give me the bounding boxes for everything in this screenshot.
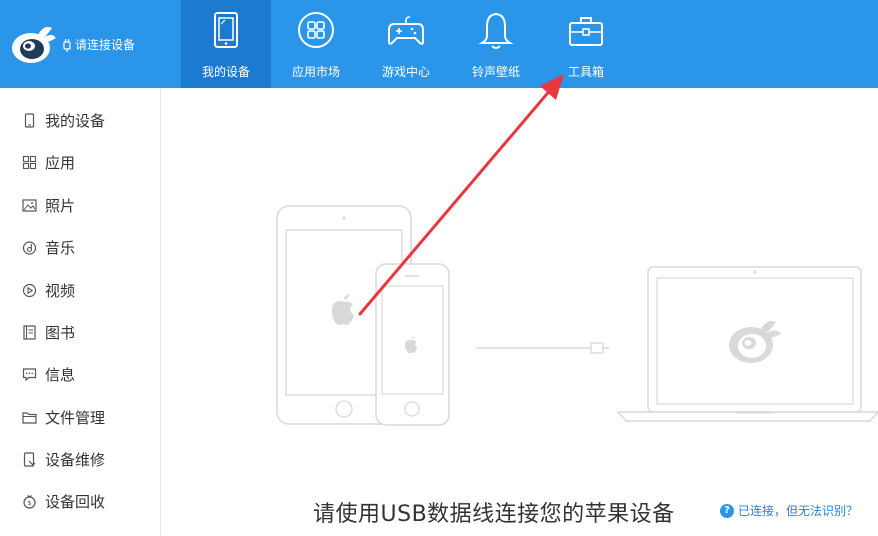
apps-icon [22,155,37,169]
folder-icon [22,411,37,424]
tab-ringtones-wallpapers-label: 铃声壁纸 [471,65,520,79]
help-link-label: 已连接，但无法识别？ [738,504,859,518]
connect-device-illustration [276,205,878,426]
sidebar-item-messages[interactable]: 信息 [22,362,75,386]
top-navigation-bar: 请连接设备 我的设备 应用市场 游戏中心 铃声壁纸 工具箱 [0,0,878,88]
tab-ringtones-wallpapers[interactable]: 铃声壁纸 [451,0,541,88]
sidebar-item-label: 图书 [45,323,76,342]
tablet-icon [214,12,238,48]
device-icon [24,112,35,128]
sidebar-item-label: 视频 [45,281,76,300]
sidebar-item-photos[interactable]: 照片 [22,193,75,217]
sidebar-item-music[interactable]: 音乐 [22,235,75,259]
sidebar-item-books[interactable]: 图书 [22,320,75,344]
sidebar-item-label: 设备维修 [45,450,106,469]
tab-app-market-label: 应用市场 [291,65,340,79]
photo-icon [22,198,37,212]
sidebar-item-apps[interactable]: 应用 [22,150,75,174]
tab-my-device-label: 我的设备 [201,65,250,79]
usb-cable-illustration [476,342,609,354]
app-logo-icon [12,26,56,63]
sidebar-item-label: 文件管理 [45,408,106,427]
sidebar-item-device-repair[interactable]: 设备维修 [22,447,105,471]
connect-status: 请连接设备 [62,36,135,53]
svg-text:$: $ [27,499,31,507]
gamepad-icon [388,16,424,45]
sidebar-item-label: 信息 [45,365,76,384]
book-icon [23,324,36,340]
video-icon [22,283,37,297]
sidebar-item-video[interactable]: 视频 [22,278,75,302]
sidebar-item-label: 我的设备 [45,111,106,130]
tab-toolbox[interactable]: 工具箱 [541,0,631,88]
connect-prompt-text: 请使用USB数据线连接您的苹果设备 [313,502,675,527]
tab-app-market[interactable]: 应用市场 [271,0,361,88]
tab-game-center-label: 游戏中心 [381,65,430,79]
toolbox-icon [569,17,603,46]
tab-game-center[interactable]: 游戏中心 [361,0,451,88]
bell-icon [478,12,514,49]
sidebar-item-label: 照片 [45,196,76,215]
logo-area: 请连接设备 [0,0,180,88]
connected-not-recognized-link[interactable]: ? 已连接，但无法识别？ [720,502,858,519]
connect-status-label: 请连接设备 [75,38,136,52]
main-content: 请使用USB数据线连接您的苹果设备 ? 已连接，但无法识别？ [161,88,878,536]
sidebar-item-file-manager[interactable]: 文件管理 [22,405,105,429]
sidebar-item-device-recycle[interactable]: $ 设备回收 [22,489,105,513]
tab-my-device[interactable]: 我的设备 [181,0,271,88]
music-icon [22,240,37,255]
sidebar-item-my-device[interactable]: 我的设备 [22,108,105,132]
message-icon [22,367,37,381]
sidebar-item-label: 应用 [45,153,76,172]
sidebar: 我的设备 应用 照片 音乐 视频 图书 信息 文件管理 设备维修 $ 设备回收 [0,88,161,536]
repair-icon [23,451,36,467]
app-window: 请连接设备 我的设备 应用市场 游戏中心 铃声壁纸 工具箱 我的设备 应用 照片… [0,0,878,536]
recycle-icon: $ [23,494,36,509]
plug-icon [63,38,71,52]
sidebar-item-label: 音乐 [45,238,76,257]
app-grid-icon [298,12,334,48]
sidebar-item-label: 设备回收 [45,492,106,511]
tab-toolbox-label: 工具箱 [567,65,604,79]
help-question-icon: ? [720,503,734,518]
